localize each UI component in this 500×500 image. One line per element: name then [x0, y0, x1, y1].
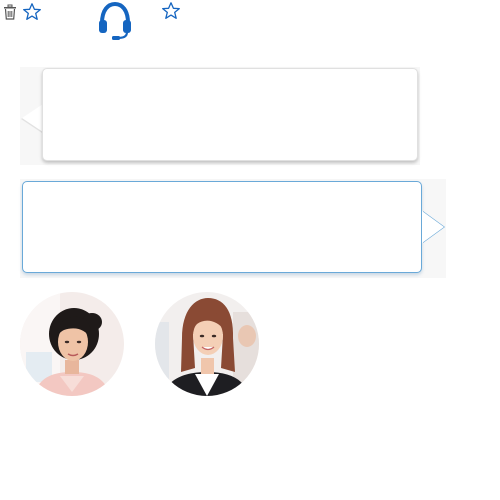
headset-icon[interactable]	[97, 1, 133, 41]
chat-canvas	[0, 0, 500, 500]
outgoing-message-panel	[20, 179, 446, 278]
outgoing-message-text	[23, 182, 421, 202]
avatar[interactable]	[20, 292, 124, 396]
incoming-message-panel	[20, 67, 420, 165]
outgoing-message-bubble[interactable]	[22, 181, 422, 273]
incoming-message-text	[43, 69, 417, 89]
bubble-tail-left	[22, 104, 43, 132]
trash-icon[interactable]	[1, 3, 19, 21]
star-icon[interactable]	[22, 2, 42, 22]
avatar[interactable]	[155, 292, 259, 396]
bubble-tail-right	[422, 211, 444, 243]
star-icon[interactable]	[161, 1, 181, 21]
incoming-message-bubble[interactable]	[42, 68, 418, 161]
